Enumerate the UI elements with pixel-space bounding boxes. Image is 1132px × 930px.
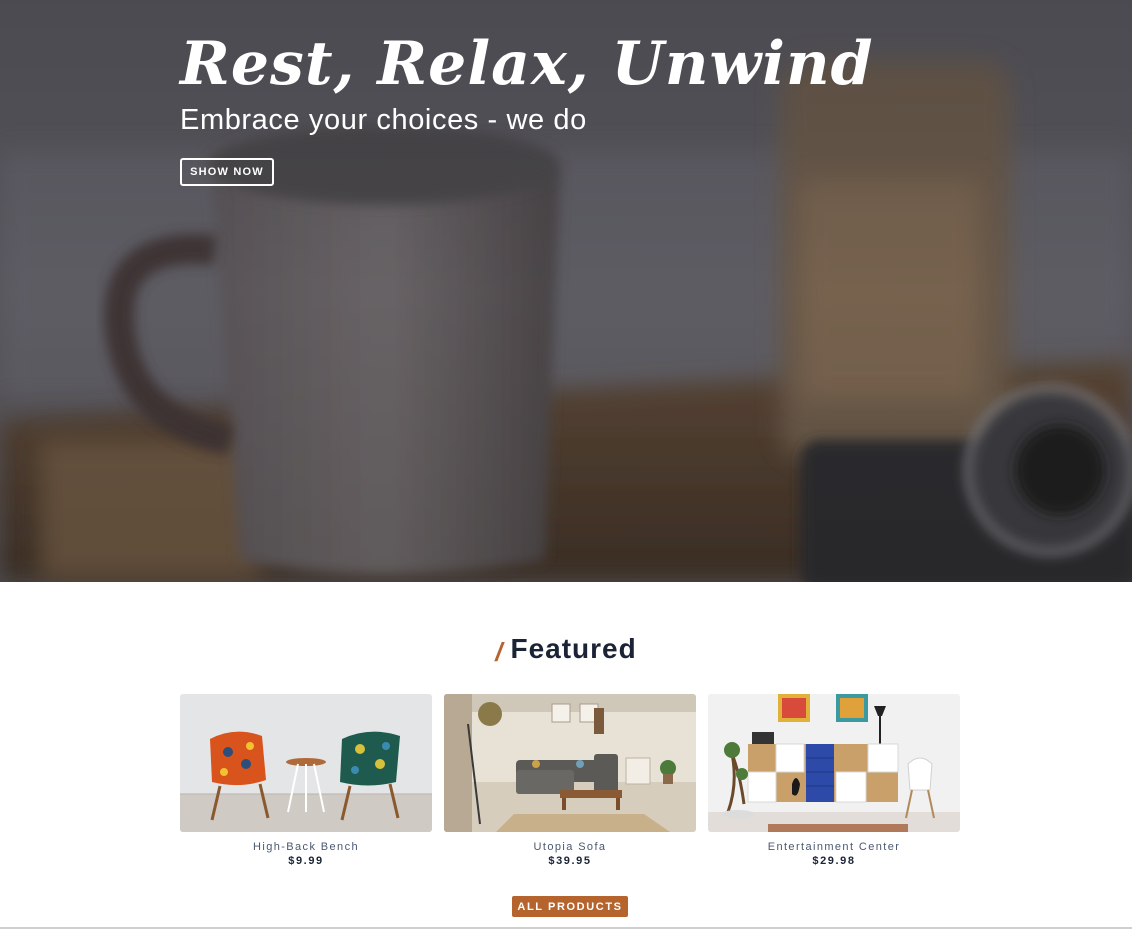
product-name[interactable]: Entertainment Center	[708, 840, 960, 854]
featured-heading: / Featured	[0, 630, 1132, 670]
hero-section: Rest, Relax, Unwind Embrace your choices…	[0, 0, 1132, 582]
product-name[interactable]: High-Back Bench	[180, 840, 432, 854]
product-card-utopia-sofa[interactable]: Utopia Sofa $39.95	[444, 694, 696, 867]
show-now-button[interactable]: SHOW NOW	[180, 158, 274, 186]
section-divider	[0, 927, 1132, 929]
product-name[interactable]: Utopia Sofa	[444, 840, 696, 854]
white-cabinet-shelf-photo[interactable]	[708, 694, 960, 832]
product-card-entertainment-center[interactable]: Entertainment Center $29.98	[708, 694, 960, 867]
product-card-high-back-bench[interactable]: High-Back Bench $9.99	[180, 694, 432, 867]
product-price: $39.95	[548, 855, 592, 867]
product-price: $9.99	[288, 855, 324, 867]
featured-products-grid: High-Back Bench $9.99 Utopia Sofa $39.95…	[180, 694, 960, 874]
all-products-button[interactable]: ALL PRODUCTS	[512, 896, 628, 917]
product-price: $29.98	[812, 855, 856, 867]
living-room-sofa-photo[interactable]	[444, 694, 696, 832]
hero-title: Rest, Relax, Unwind	[180, 29, 874, 99]
heading-slash-accent: /	[495, 637, 503, 667]
two-patterned-chairs-photo[interactable]	[180, 694, 432, 832]
hero-subtitle: Embrace your choices - we do	[180, 104, 587, 136]
featured-title: Featured	[510, 633, 637, 664]
